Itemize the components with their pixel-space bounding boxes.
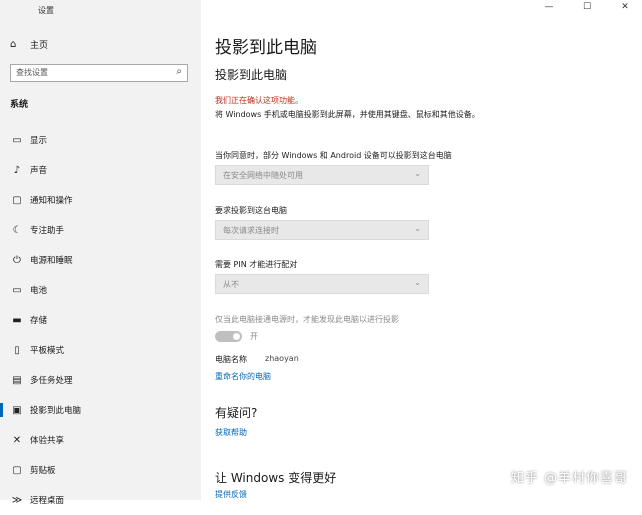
power-icon: ⏻: [13, 254, 21, 266]
sidebar-item-display[interactable]: ▭ 显示: [0, 125, 201, 155]
project-icon: ▣: [12, 404, 22, 416]
sidebar-item-label: 体验共享: [30, 436, 65, 446]
sidebar-item-sound[interactable]: ♪ 声音: [0, 155, 201, 185]
chevron-down-icon: ⌄: [414, 278, 421, 287]
sidebar-item-label: 远程桌面: [30, 496, 65, 506]
sidebar-home[interactable]: ⌂ 主页: [10, 38, 48, 51]
sidebar-item-clipboard[interactable]: ▢ 剪贴板: [0, 455, 201, 485]
availability-value: 在安全网络中随处可用: [223, 171, 303, 180]
sidebar-item-label: 多任务处理: [30, 376, 73, 386]
window-controls: — ☐ ✕: [542, 2, 632, 12]
toggle-knob: [233, 333, 240, 340]
remote-desktop-icon: ≫: [11, 494, 23, 506]
sidebar-item-label: 电源和睡眠: [30, 256, 73, 266]
sidebar-item-battery[interactable]: ▭ 电池: [0, 275, 201, 305]
sidebar-item-remote-desktop[interactable]: ≫ 远程桌面: [0, 485, 201, 515]
sidebar-item-power[interactable]: ⏻ 电源和睡眠: [0, 245, 201, 275]
give-feedback-link[interactable]: 提供反馈: [215, 489, 247, 500]
sidebar-item-label: 剪贴板: [30, 466, 56, 476]
section-title: 系统: [10, 100, 29, 110]
require-pin-value: 从不: [223, 280, 239, 289]
sidebar: 设置 ⌂ 主页 ⌕ 系统 ▭ 显示 ♪ 声音 ▢ 通知和操作 ☾ 专注助手 ⏻ …: [0, 0, 201, 506]
power-only-label: 仅当此电脑接通电源时，才能发现此电脑以进行投影: [215, 315, 399, 324]
require-pin-dropdown[interactable]: 从不 ⌄: [215, 274, 429, 294]
require-pin-label: 需要 PIN 才能进行配对: [215, 260, 298, 269]
chevron-down-icon: ⌄: [414, 169, 421, 178]
sidebar-item-tablet-mode[interactable]: ▯ 平板模式: [0, 335, 201, 365]
sidebar-item-notifications[interactable]: ▢ 通知和操作: [0, 185, 201, 215]
speaker-icon: ♪: [13, 164, 21, 176]
availability-label: 当你同意时，部分 Windows 和 Android 设备可以投影到这台电脑: [215, 151, 452, 160]
sidebar-item-label: 电池: [30, 286, 48, 296]
multitask-icon: ▤: [12, 374, 22, 386]
description-text: 将 Windows 手机或电脑投影到此屏幕，并使用其键盘、鼠标和其他设备。: [215, 110, 480, 119]
sidebar-item-multitasking[interactable]: ▤ 多任务处理: [0, 365, 201, 395]
sidebar-item-focus-assist[interactable]: ☾ 专注助手: [0, 215, 201, 245]
search-input[interactable]: [16, 68, 166, 77]
sidebar-item-label: 投影到此电脑: [30, 406, 82, 416]
power-only-toggle[interactable]: [215, 331, 242, 342]
maximize-button[interactable]: ☐: [580, 2, 594, 12]
sidebar-item-storage[interactable]: ▬ 存储: [0, 305, 201, 335]
main-content: — ☐ ✕ 投影到此电脑 投影到此电脑 我们正在确认这项功能。 将 Window…: [201, 0, 642, 500]
search-box[interactable]: ⌕: [10, 64, 188, 82]
pc-name-value: zhaoyan: [265, 354, 299, 363]
availability-dropdown[interactable]: 在安全网络中随处可用 ⌄: [215, 165, 429, 185]
sidebar-item-label: 专注助手: [30, 226, 65, 236]
tablet-icon: ▯: [14, 344, 20, 356]
sidebar-home-label: 主页: [30, 41, 49, 51]
sidebar-item-label: 显示: [30, 136, 48, 146]
minimize-button[interactable]: —: [542, 2, 556, 12]
page-title: 投影到此电脑: [215, 38, 317, 58]
rename-pc-link[interactable]: 重命名你的电脑: [215, 371, 271, 382]
improve-windows-heading: 让 Windows 变得更好: [215, 471, 337, 485]
ask-to-project-value: 每次请求连接时: [223, 226, 279, 235]
sidebar-item-label: 存储: [30, 316, 48, 326]
moon-icon: ☾: [12, 224, 22, 236]
notification-icon: ▢: [12, 194, 22, 206]
battery-icon: ▭: [12, 284, 22, 296]
ask-to-project-dropdown[interactable]: 每次请求连接时 ⌄: [215, 220, 429, 240]
sidebar-item-label: 平板模式: [30, 346, 65, 356]
display-icon: ▭: [12, 134, 22, 146]
sidebar-item-project-to-pc[interactable]: ▣ 投影到此电脑: [0, 395, 201, 425]
question-heading: 有疑问?: [215, 406, 258, 420]
home-icon: ⌂: [10, 39, 17, 50]
clipboard-icon: ▢: [12, 464, 22, 476]
close-button[interactable]: ✕: [618, 2, 632, 12]
watermark: 知乎 @羊村你喜哥: [510, 471, 628, 486]
get-help-link[interactable]: 获取帮助: [215, 427, 247, 438]
window-title: 设置: [38, 6, 54, 15]
search-icon[interactable]: ⌕: [176, 66, 182, 77]
sidebar-item-label: 声音: [30, 166, 48, 176]
section-subtitle: 投影到此电脑: [215, 68, 288, 82]
toggle-state-label: 开: [250, 332, 258, 341]
share-icon: ✕: [12, 434, 22, 446]
sidebar-item-label: 通知和操作: [30, 196, 73, 206]
chevron-down-icon: ⌄: [414, 224, 421, 233]
warning-text: 我们正在确认这项功能。: [215, 96, 303, 105]
sidebar-item-shared-experiences[interactable]: ✕ 体验共享: [0, 425, 201, 455]
ask-to-project-label: 要求投影到这台电脑: [215, 206, 287, 215]
pc-name-label: 电脑名称: [215, 355, 247, 364]
storage-icon: ▬: [12, 314, 22, 326]
